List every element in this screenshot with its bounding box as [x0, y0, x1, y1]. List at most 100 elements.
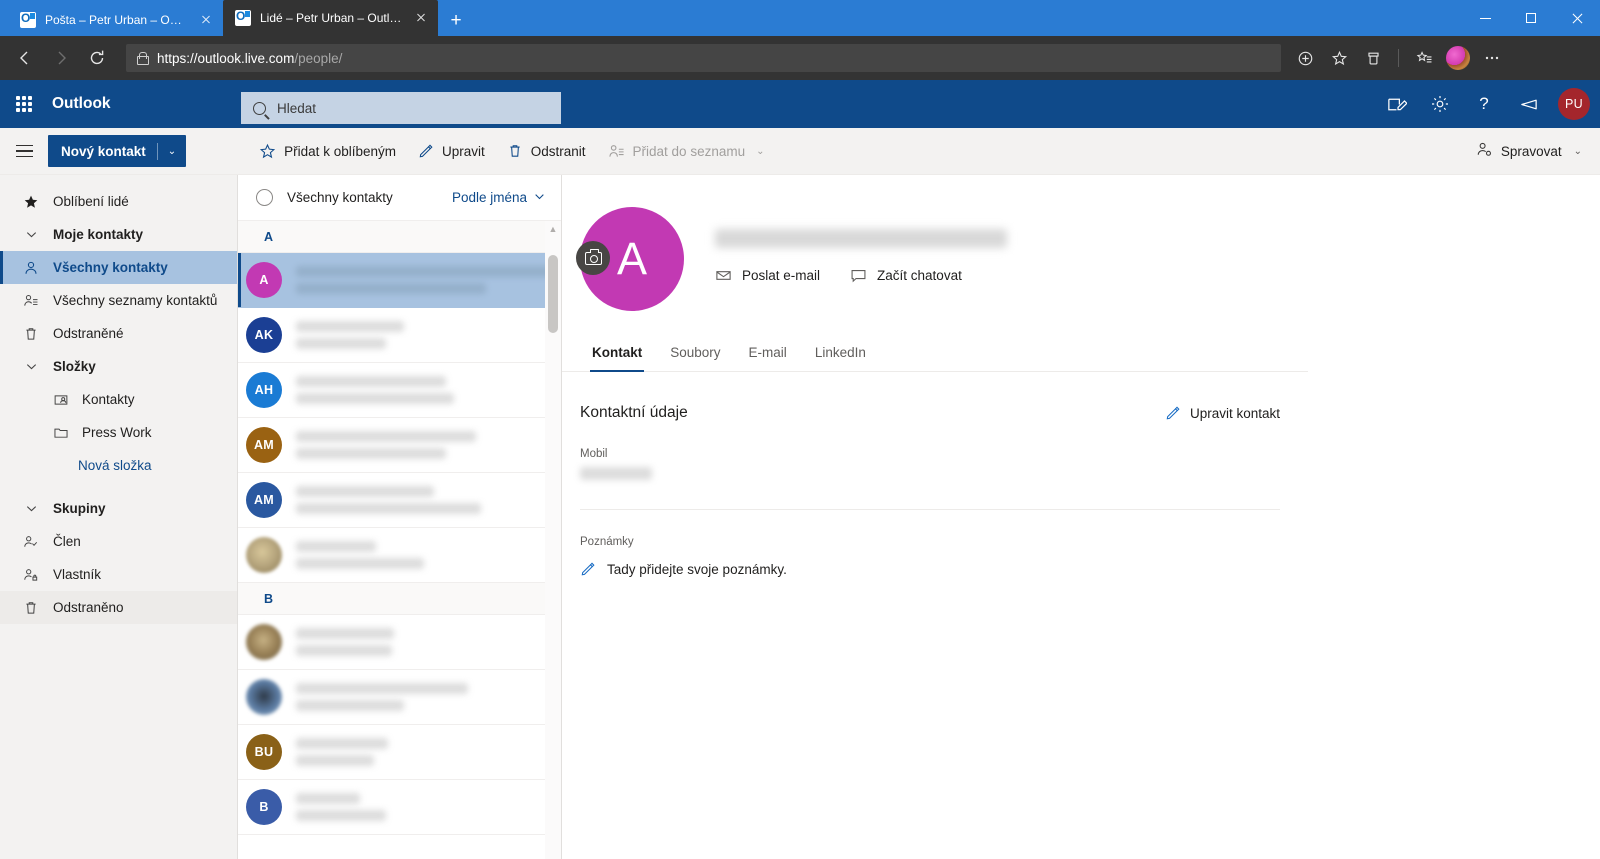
outlook-favicon-icon	[235, 10, 251, 26]
field-label: Mobil	[580, 448, 608, 460]
sidebar-item-all-contacts[interactable]: Všechny kontakty	[0, 251, 237, 284]
skype-teams-button[interactable]	[1376, 84, 1416, 124]
sort-dropdown[interactable]: Podle jména	[452, 190, 545, 205]
new-contact-button[interactable]: Nový kontakt ⌄	[48, 135, 187, 167]
maximize-button[interactable]	[1508, 0, 1554, 36]
profile-button[interactable]	[1442, 42, 1474, 74]
contact-detail-header: A Poslat e-mail Začít chatovat	[562, 175, 1600, 311]
radio-circle-icon[interactable]	[256, 189, 273, 206]
chevron-down-icon[interactable]: ⌄	[158, 146, 186, 157]
edit-button[interactable]: Upravit	[407, 133, 496, 169]
list-item[interactable]: AH	[238, 363, 561, 418]
favorite-button[interactable]	[1323, 42, 1355, 74]
list-item[interactable]	[238, 528, 561, 583]
settings-button[interactable]	[1420, 84, 1460, 124]
contact-name-redacted	[296, 738, 388, 749]
browser-tab-2[interactable]: Lidé – Petr Urban – Outlook	[223, 0, 438, 36]
list-item[interactable]	[238, 615, 561, 670]
back-button[interactable]	[8, 41, 42, 75]
sidebar-item-label: Odstraněno	[53, 600, 124, 615]
user-avatar[interactable]: PU	[1558, 88, 1590, 120]
contact-detail-tabs: Kontakt Soubory E-mail LinkedIn	[562, 345, 1308, 372]
tab-title: Lidé – Petr Urban – Outlook	[260, 11, 403, 25]
chevron-down-icon	[22, 360, 40, 373]
contact-email-redacted	[296, 393, 454, 404]
list-item[interactable]: AM	[238, 473, 561, 528]
sidebar-item-press-work[interactable]: Press Work	[0, 416, 237, 449]
address-bar[interactable]: https://outlook.live.com/people/	[126, 44, 1281, 72]
forward-button[interactable]	[44, 41, 78, 75]
scroll-up-icon[interactable]: ▲	[545, 221, 561, 237]
scrollbar-thumb[interactable]	[548, 255, 558, 333]
browser-tab-1[interactable]: Pošta – Petr Urban – Outlook	[8, 3, 223, 36]
change-photo-button[interactable]	[576, 241, 610, 275]
tab-soubory[interactable]: Soubory	[656, 345, 734, 371]
sidebar-item-favorite-people[interactable]: Oblíbení lidé	[0, 185, 237, 218]
add-to-favorites-button[interactable]: Přidat k oblíbeným	[248, 133, 407, 169]
sidebar: Oblíbení lidé Moje kontakty Všechny kont…	[0, 175, 238, 859]
app-launcher-button[interactable]	[0, 80, 48, 128]
command-bar: Nový kontakt ⌄ Přidat k oblíbeným Upravi…	[0, 128, 1600, 175]
list-item[interactable]: BU	[238, 725, 561, 780]
send-email-button[interactable]: Poslat e-mail	[715, 267, 820, 284]
refresh-button[interactable]	[80, 41, 114, 75]
list-item[interactable]: AK	[238, 308, 561, 363]
sidebar-new-folder-link[interactable]: Nová složka	[0, 449, 237, 482]
sidebar-item-label: Člen	[53, 534, 81, 549]
edit-contact-button[interactable]: Upravit kontakt	[1165, 405, 1280, 421]
tab-linkedin[interactable]: LinkedIn	[801, 345, 880, 371]
sidebar-item-member[interactable]: Člen	[0, 525, 237, 558]
tab-title: Pošta – Petr Urban – Outlook	[45, 12, 188, 27]
reading-list-button[interactable]	[1408, 42, 1440, 74]
list-item[interactable]: A	[238, 253, 561, 308]
search-input[interactable]: Hledat	[241, 92, 561, 124]
forward-arrow-icon	[58, 51, 66, 65]
contact-list-panel: Všechny kontakty Podle jména A A AK AH A…	[238, 175, 562, 859]
new-tab-button[interactable]: +	[442, 6, 470, 36]
avatar: BU	[246, 734, 282, 770]
list-item[interactable]: AM	[238, 418, 561, 473]
more-options-button[interactable]	[1476, 42, 1508, 74]
folder-icon	[52, 425, 70, 441]
close-icon[interactable]	[412, 9, 430, 27]
menu-button[interactable]	[0, 128, 48, 175]
contact-list-header: Všechny kontakty Podle jména	[238, 175, 561, 221]
contact-field-mobile: Mobil	[580, 448, 1280, 480]
contact-list-scrollbar[interactable]: ▲ ▼	[545, 221, 561, 859]
list-item-text	[296, 628, 561, 656]
feedback-button[interactable]	[1508, 84, 1548, 124]
outlook-favicon-icon	[20, 11, 36, 28]
collections-button[interactable]	[1357, 42, 1389, 74]
list-item[interactable]: B	[238, 780, 561, 835]
sidebar-group-my-contacts[interactable]: Moje kontakty	[0, 218, 237, 251]
list-item[interactable]	[238, 670, 561, 725]
outlook-brand[interactable]: Outlook	[52, 95, 111, 113]
delete-button[interactable]: Odstranit	[496, 133, 597, 169]
sidebar-group-folders[interactable]: Složky	[0, 350, 237, 383]
contact-avatar-wrapper: A	[576, 207, 684, 311]
star-icon	[259, 143, 276, 160]
start-chat-button[interactable]: Začít chatovat	[850, 267, 962, 284]
minimize-button[interactable]	[1462, 0, 1508, 36]
sidebar-item-owner[interactable]: Vlastník	[0, 558, 237, 591]
sidebar-item-deleted[interactable]: Odstraněné	[0, 317, 237, 350]
tab-kontakt[interactable]: Kontakt	[578, 345, 656, 372]
add-to-collections-button[interactable]	[1289, 42, 1321, 74]
browser-navbar: https://outlook.live.com/people/	[0, 36, 1600, 80]
list-item-text	[296, 321, 561, 349]
tab-email[interactable]: E-mail	[735, 345, 801, 371]
sidebar-item-deleted-groups[interactable]: Odstraněno	[0, 591, 237, 624]
close-icon[interactable]	[197, 11, 215, 29]
sidebar-item-kontakty[interactable]: Kontakty	[0, 383, 237, 416]
sidebar-item-all-contact-lists[interactable]: Všechny seznamy kontaktů	[0, 284, 237, 317]
add-notes-button[interactable]: Tady přidejte svoje poznámky.	[580, 561, 1280, 577]
more-options-icon	[1485, 56, 1499, 60]
sidebar-group-groups[interactable]: Skupiny	[0, 492, 237, 525]
manage-button[interactable]: Spravovat ⌄	[1476, 141, 1582, 161]
chevron-down-icon	[22, 228, 40, 241]
help-button[interactable]: ?	[1464, 84, 1504, 124]
window-controls	[1462, 0, 1600, 36]
new-contact-label: Nový kontakt	[61, 143, 146, 159]
close-window-button[interactable]	[1554, 0, 1600, 36]
add-to-list-button[interactable]: Přidat do seznamu ⌄	[597, 133, 776, 169]
